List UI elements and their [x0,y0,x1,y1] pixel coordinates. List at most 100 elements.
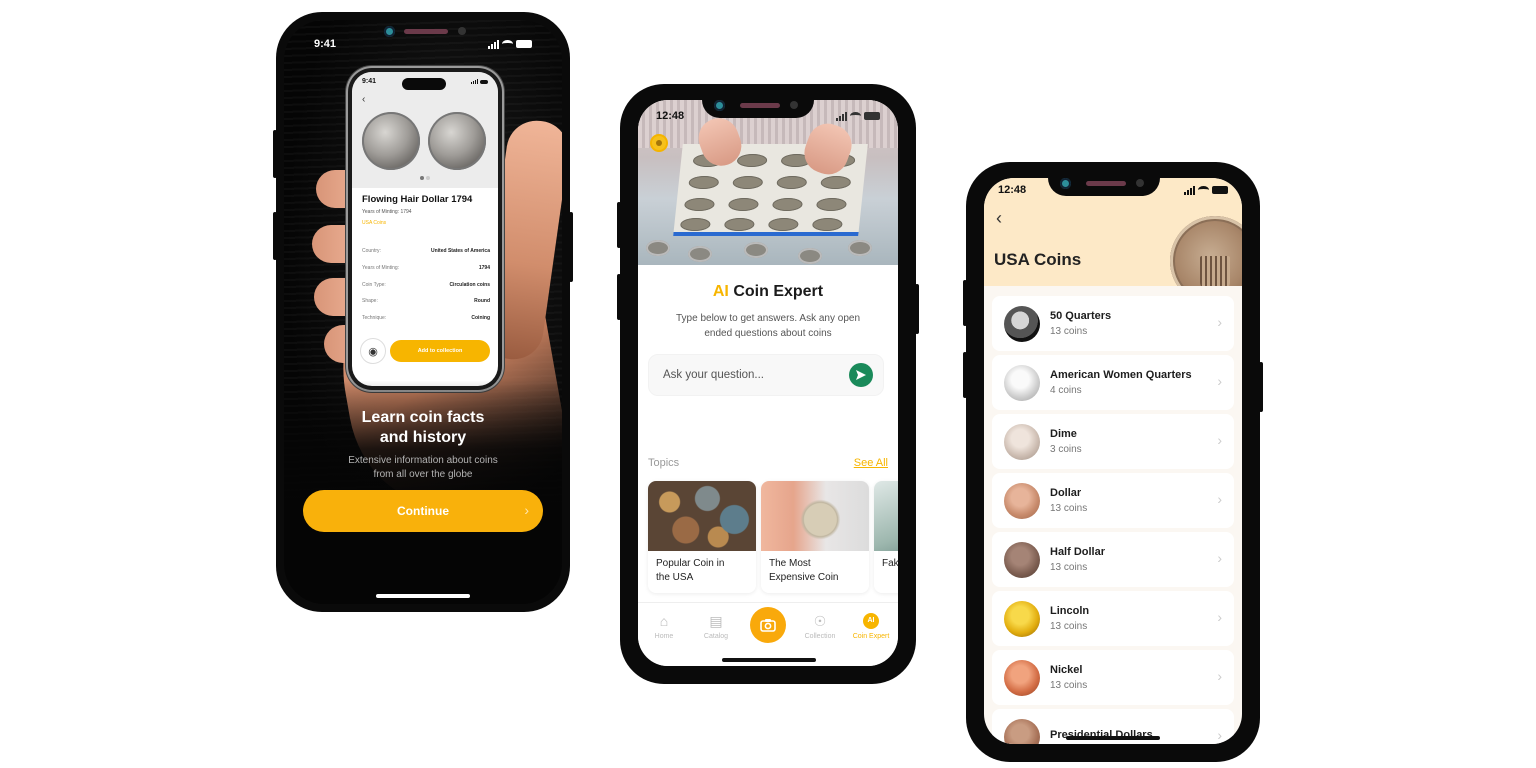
see-all-link[interactable]: See All [854,457,888,469]
home-indicator [722,658,816,662]
usa-coins-screen: 12:48 ‹ USA Coins 50 Quarters 13 coins › … [984,178,1242,744]
topics-heading: Topics [648,457,680,469]
page-description: Type below to get answers. Ask any open … [676,313,860,339]
detail-row-shape: Shape: Round [362,298,490,304]
app-showcase: 9:41 9:41 ‹ Flowing Hair Dollar 1794 Yea… [0,0,1536,768]
coin-thumbnail [1004,305,1040,342]
back-button[interactable]: ‹ [996,208,1002,229]
home-icon: ⌂ [659,613,669,629]
ai-expert-screen: 12:48 AI Coin Expert Type below to get a… [638,100,898,666]
power-button [1259,362,1263,412]
topic-label: Fak [882,558,898,569]
coin-thumbnail [1004,541,1040,578]
notch [1048,174,1160,196]
tab-catalog[interactable]: ▤ Catalog [691,613,741,640]
back-icon[interactable]: ‹ [362,94,365,105]
battery-icon [1212,186,1228,194]
tab-bar: ⌂ Home ▤ Catalog ☉ Collection AI Coin Ex… [638,602,898,666]
list-item[interactable]: 50 Quarters 13 coins › [992,296,1234,351]
camera-button[interactable]: ◉ [360,338,386,364]
coin-detail-preview: 9:41 ‹ Flowing Hair Dollar 1794 Years of… [348,68,502,390]
coin-subtitle: Years of Minting: 1794 [362,209,412,215]
chevron-right-icon: › [1217,727,1222,743]
scan-coin-button[interactable] [750,607,786,643]
settings-icon[interactable] [652,136,666,150]
chevron-right-icon: › [1217,373,1222,389]
detail-row-type: Coin Type: Circulation coins [362,282,490,288]
detail-row-years: Years of Minting: 1794 [362,265,490,271]
hero-image [638,100,898,265]
tab-home[interactable]: ⌂ Home [639,613,689,640]
volume-button [617,202,621,248]
header-coin-image [1170,216,1242,286]
power-button [569,212,573,282]
wifi-icon [1198,186,1209,194]
battery-icon [516,40,532,48]
camera-icon [760,619,776,632]
topic-image [761,481,869,551]
list-item[interactable]: Dime 3 coins › [992,414,1234,469]
chevron-right-icon: › [1217,432,1222,448]
coin-thumbnail [1004,423,1040,460]
signal-icon [488,39,499,49]
onboarding-screen: 9:41 9:41 ‹ Flowing Hair Dollar 1794 Yea… [284,20,562,604]
sensor-bar [380,20,470,40]
detail-row-technique: Technique: Coining [362,315,490,321]
tab-coin-expert[interactable]: AI Coin Expert [846,613,896,640]
topic-card[interactable]: Popular Coin in the USA [648,481,756,593]
list-item[interactable]: Nickel 13 coins › [992,650,1234,705]
battery-icon [480,79,488,84]
collection-icon: ☉ [813,613,827,629]
chevron-right-icon: › [1217,668,1222,684]
list-item[interactable]: Dollar 13 coins › [992,473,1234,528]
power-button [915,284,919,334]
coin-thumbnail [1004,482,1040,519]
send-button[interactable] [849,363,873,387]
list-item[interactable]: Lincoln 13 coins › [992,591,1234,646]
topic-image [648,481,756,551]
chevron-right-icon: › [1217,491,1222,507]
phone-ai-expert: 12:48 AI Coin Expert Type below to get a… [617,84,919,684]
signal-icon [836,111,847,121]
topic-card[interactable]: Fak [874,481,898,593]
volume-button [963,352,967,398]
camera-dot [384,26,395,37]
tab-collection[interactable]: ☉ Collection [795,613,845,640]
detail-row-country: Country: United States of America [362,248,490,254]
home-indicator [1066,736,1160,740]
topic-card[interactable]: The Most Expensive Coin [761,481,869,593]
coin-obverse-image [362,112,420,170]
battery-icon [864,112,880,120]
signal-icon [1184,185,1195,195]
coin-thumbnail [1004,718,1040,744]
coin-thumbnail [1004,659,1040,696]
mini-status-bar: 9:41 [352,78,498,85]
add-to-collection-button[interactable]: Add to collection [390,340,490,362]
sensor-dot [458,27,466,35]
coin-thumbnail [1004,600,1040,637]
continue-button[interactable]: Continue › [303,490,543,532]
chevron-right-icon: › [1217,550,1222,566]
status-bar: 9:41 [284,38,562,50]
phone-usa-coins: 12:48 ‹ USA Coins 50 Quarters 13 coins › … [963,162,1263,762]
volume-button [273,212,277,260]
notch [702,96,814,118]
carousel-dots[interactable] [352,176,498,180]
coin-thumbnail [1004,364,1040,401]
catalog-icon: ▤ [709,613,723,629]
ai-icon: AI [863,613,879,629]
chevron-right-icon: › [524,502,529,518]
status-time: 12:48 [998,184,1027,196]
question-input[interactable] [663,369,849,381]
home-indicator [376,594,470,598]
chevron-left-icon: ‹ [996,208,1002,228]
category-link[interactable]: USA Coins [362,220,386,226]
coin-category-list: 50 Quarters 13 coins › American Women Qua… [992,296,1234,744]
onboarding-headline: Learn coin facts and history [361,409,485,446]
signal-icon [471,79,478,84]
topic-label: Popular Coin in the USA [656,558,725,583]
page-title: AI Coin Expert [712,283,824,300]
chevron-right-icon: › [1217,314,1222,330]
list-item[interactable]: Half Dollar 13 coins › [992,532,1234,587]
list-item[interactable]: American Women Quarters 4 coins › [992,355,1234,410]
